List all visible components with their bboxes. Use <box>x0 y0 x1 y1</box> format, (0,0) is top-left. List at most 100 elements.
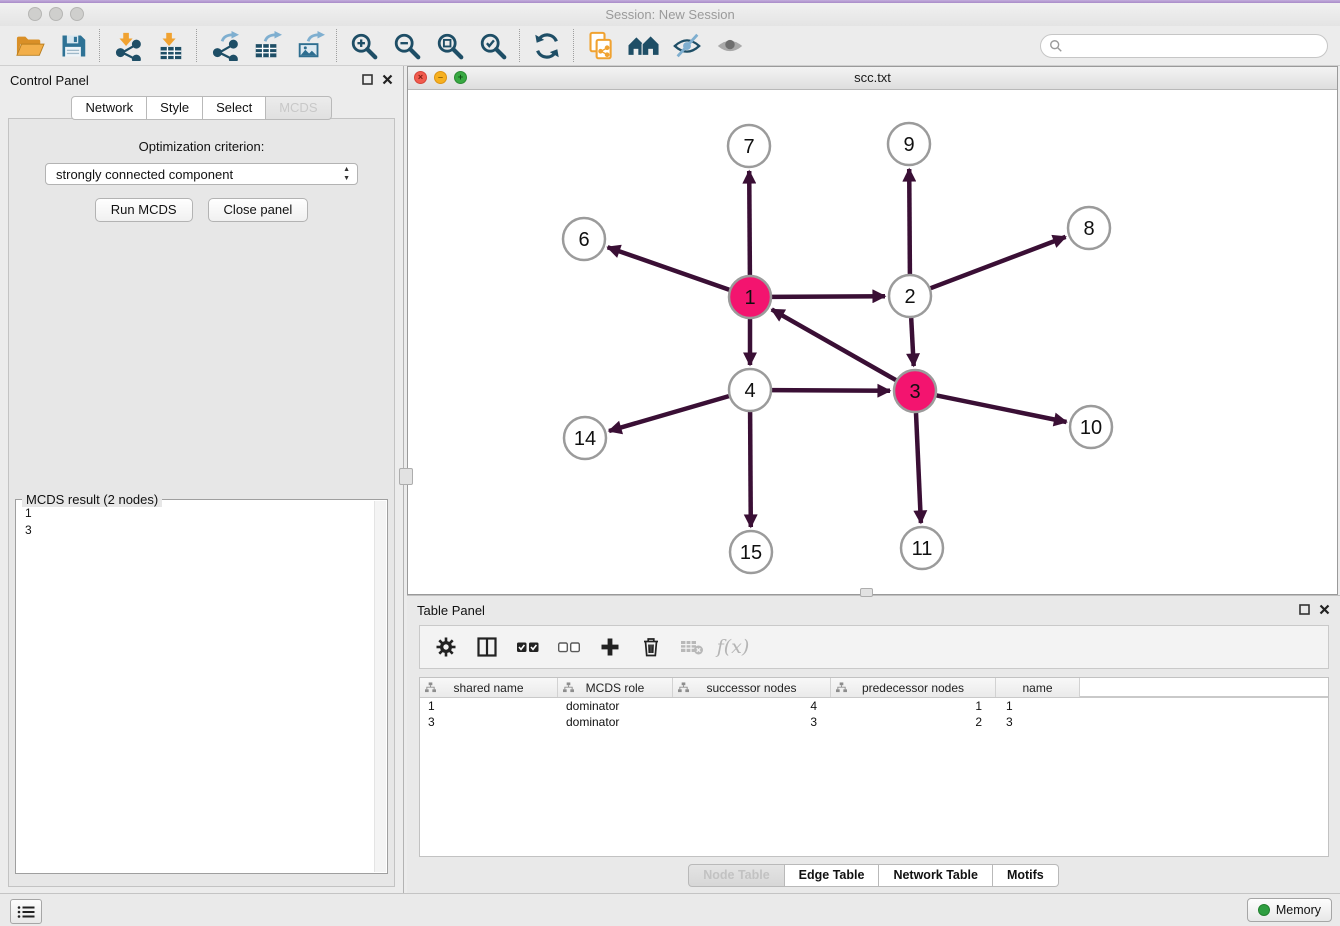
horizontal-splitter-grip[interactable] <box>860 588 873 597</box>
vertical-splitter-grip[interactable] <box>399 468 413 485</box>
select-all-button[interactable] <box>516 635 540 659</box>
split-columns-icon <box>476 636 498 658</box>
graph-node-14[interactable]: 14 <box>564 417 606 459</box>
duplicate-network-button[interactable] <box>579 28 622 64</box>
import-table-icon <box>155 31 185 61</box>
float-table-panel-icon[interactable] <box>1299 604 1310 615</box>
graph-edge-4-15[interactable] <box>750 412 751 527</box>
open-session-button[interactable] <box>8 28 51 64</box>
graph-edge-3-10[interactable] <box>937 395 1067 422</box>
graph-node-9[interactable]: 9 <box>888 123 930 165</box>
zoom-window-button[interactable] <box>70 7 84 21</box>
column-header-shared-name[interactable]: shared name <box>420 678 558 697</box>
add-column-button[interactable] <box>598 635 622 659</box>
table-row[interactable]: 3dominator323 <box>420 714 1328 730</box>
criterion-select[interactable]: strongly connected component ▲▼ <box>45 163 358 185</box>
delete-table-button <box>680 635 704 659</box>
tab-node-table[interactable]: Node Table <box>688 864 784 887</box>
close-panel-icon[interactable] <box>382 74 393 85</box>
graph-node-2[interactable]: 2 <box>889 275 931 317</box>
graph-node-10[interactable]: 10 <box>1070 406 1112 448</box>
import-table-button[interactable] <box>148 28 191 64</box>
export-image-button[interactable] <box>288 28 331 64</box>
close-window-button[interactable] <box>28 7 42 21</box>
run-mcds-button[interactable]: Run MCDS <box>95 198 193 222</box>
tab-motifs[interactable]: Motifs <box>993 864 1059 887</box>
table-cell[interactable]: 1 <box>420 698 558 714</box>
network-graph[interactable]: 7 9 6 8 1 2 4 3 10 14 15 11 <box>408 89 1337 594</box>
float-panel-icon[interactable] <box>362 74 373 85</box>
refresh-view-button[interactable] <box>525 28 568 64</box>
column-header-mcds-role[interactable]: MCDS role <box>558 678 673 697</box>
table-cell[interactable]: 4 <box>673 698 831 714</box>
graph-node-1[interactable]: 1 <box>729 276 771 318</box>
graph-node-15[interactable]: 15 <box>730 531 772 573</box>
graph-edge-4-14[interactable] <box>609 396 729 431</box>
table-settings-button[interactable] <box>434 635 458 659</box>
graph-edge-3-1[interactable] <box>772 309 896 380</box>
table-cell[interactable]: 3 <box>996 714 1080 730</box>
graph-node-3[interactable]: 3 <box>894 370 936 412</box>
column-header-successor-nodes[interactable]: successor nodes <box>673 678 831 697</box>
table-cell[interactable]: dominator <box>558 698 673 714</box>
graph-edge-1-2[interactable] <box>772 296 885 297</box>
table-cell[interactable]: dominator <box>558 714 673 730</box>
network-maximize-button[interactable]: + <box>454 71 467 84</box>
column-header-name[interactable]: name <box>996 678 1080 697</box>
hide-selected-button[interactable] <box>665 28 708 64</box>
graph-edge-3-11[interactable] <box>916 413 921 523</box>
network-minimize-button[interactable]: – <box>434 71 447 84</box>
graph-edge-2-9[interactable] <box>909 169 910 274</box>
tab-network-table[interactable]: Network Table <box>879 864 993 887</box>
task-history-button[interactable] <box>10 899 42 924</box>
network-canvas[interactable]: 7 9 6 8 1 2 4 3 10 14 15 11 <box>408 89 1337 594</box>
column-header-filler <box>1080 678 1328 697</box>
search-input[interactable] <box>1068 37 1327 55</box>
close-panel-button[interactable]: Close panel <box>208 198 309 222</box>
graph-node-11[interactable]: 11 <box>901 527 943 569</box>
close-table-panel-icon[interactable] <box>1319 604 1330 615</box>
search-field[interactable] <box>1040 34 1328 58</box>
zoom-out-button[interactable] <box>385 28 428 64</box>
zoom-selected-button[interactable] <box>471 28 514 64</box>
graph-node-7[interactable]: 7 <box>728 125 770 167</box>
tab-mcds[interactable]: MCDS <box>266 96 331 120</box>
graph-edge-1-7[interactable] <box>749 171 750 275</box>
graph-edge-4-3[interactable] <box>772 390 890 391</box>
memory-status-icon <box>1258 904 1270 916</box>
tab-select[interactable]: Select <box>203 96 266 120</box>
result-scrollbar[interactable] <box>374 501 386 872</box>
save-session-button[interactable] <box>51 28 94 64</box>
first-neighbors-button[interactable] <box>622 28 665 64</box>
column-layout-button[interactable] <box>475 635 499 659</box>
network-close-button[interactable]: × <box>414 71 427 84</box>
graph-node-6[interactable]: 6 <box>563 218 605 260</box>
export-table-button[interactable] <box>245 28 288 64</box>
table-cell[interactable]: 1 <box>831 698 996 714</box>
tab-edge-table[interactable]: Edge Table <box>785 864 880 887</box>
tab-network[interactable]: Network <box>71 96 147 120</box>
memory-button[interactable]: Memory <box>1247 898 1332 922</box>
graph-edge-2-8[interactable] <box>931 237 1066 288</box>
minimize-window-button[interactable] <box>49 7 63 21</box>
graph-edge-1-6[interactable] <box>608 247 730 290</box>
graph-node-8[interactable]: 8 <box>1068 207 1110 249</box>
deselect-all-button[interactable] <box>557 635 581 659</box>
graph-node-4[interactable]: 4 <box>729 369 771 411</box>
show-all-button[interactable] <box>708 28 751 64</box>
svg-text:15: 15 <box>740 542 762 564</box>
tab-style[interactable]: Style <box>147 96 203 120</box>
table-cell[interactable]: 1 <box>996 698 1080 714</box>
table-cell[interactable]: 2 <box>831 714 996 730</box>
table-cell[interactable]: 3 <box>420 714 558 730</box>
table-cell[interactable]: 3 <box>673 714 831 730</box>
table-row[interactable]: 1dominator411 <box>420 698 1328 714</box>
export-network-button[interactable] <box>202 28 245 64</box>
zoom-fit-button[interactable] <box>428 28 471 64</box>
column-header-predecessor-nodes[interactable]: predecessor nodes <box>831 678 996 697</box>
import-network-button[interactable] <box>105 28 148 64</box>
delete-selected-button[interactable] <box>639 635 663 659</box>
zoom-in-button[interactable] <box>342 28 385 64</box>
delete-table-icon <box>680 637 704 657</box>
graph-edge-2-3[interactable] <box>911 318 914 366</box>
